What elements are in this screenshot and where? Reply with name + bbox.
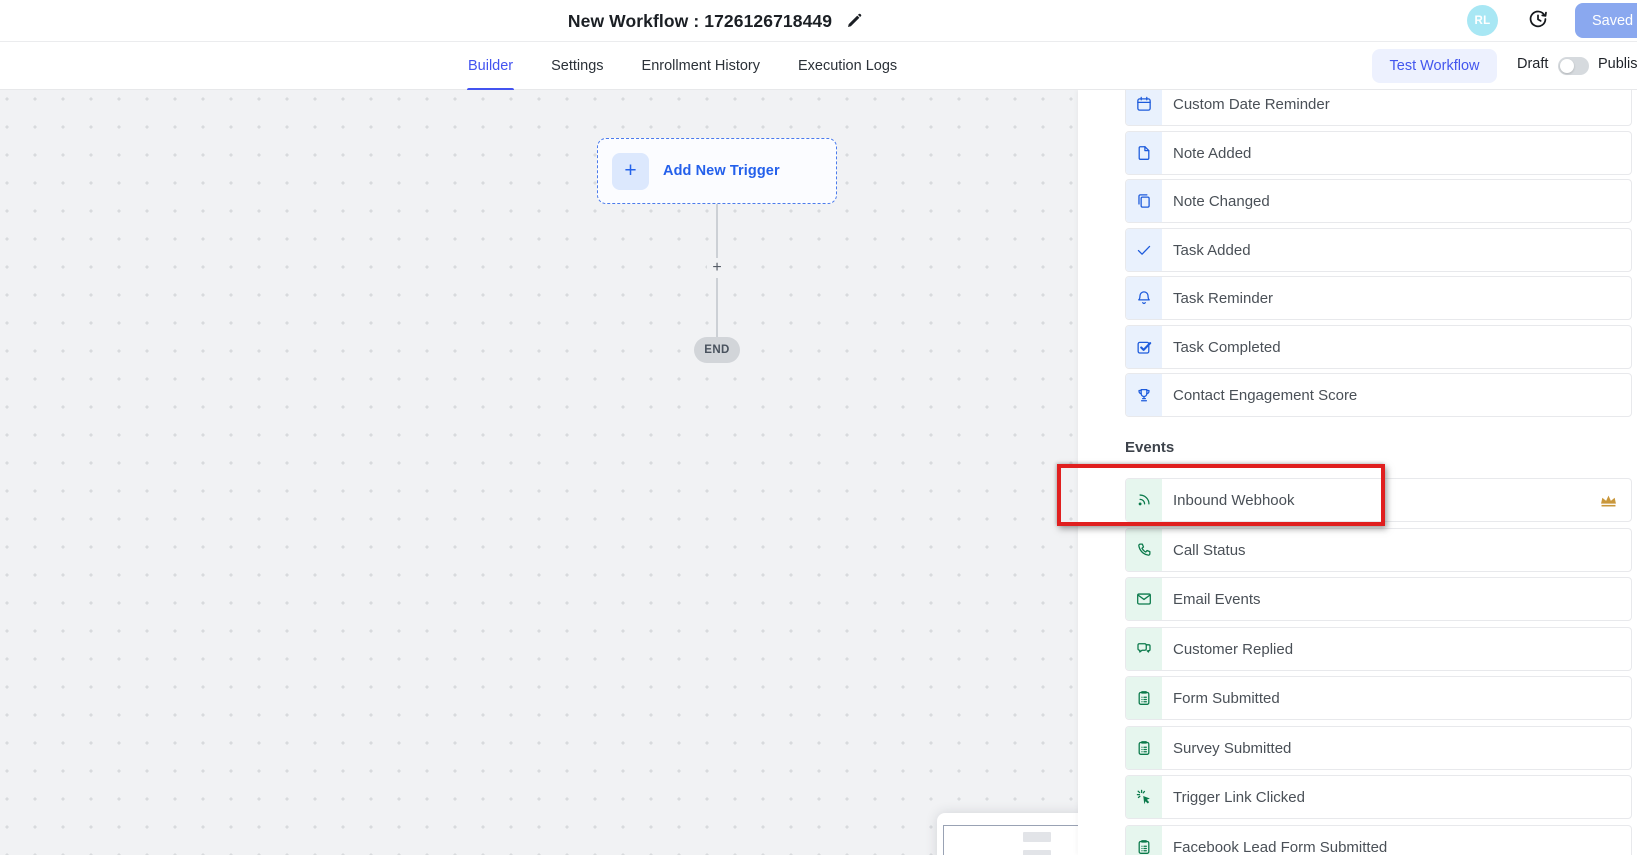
trigger-item-note-added[interactable]: Note Added [1125, 131, 1632, 175]
trigger-item-form-submitted[interactable]: Form Submitted [1125, 676, 1632, 720]
tab-execution-logs[interactable]: Execution Logs [797, 42, 898, 90]
trigger-item-label: Inbound Webhook [1173, 492, 1295, 509]
trigger-item-label: Form Submitted [1173, 690, 1280, 707]
publish-label: Publish [1598, 56, 1637, 72]
trigger-item-call-status[interactable]: Call Status [1125, 528, 1632, 572]
minimap-viewport [943, 825, 1080, 855]
copy-icon [1126, 180, 1162, 222]
trigger-item-label: Facebook Lead Form Submitted [1173, 839, 1387, 855]
trigger-item-label: Survey Submitted [1173, 740, 1291, 757]
phone-icon [1126, 529, 1162, 571]
trigger-item-label: Note Added [1173, 145, 1251, 162]
check-icon [1126, 229, 1162, 271]
page-title: New Workflow : 1726126718449 [568, 11, 832, 32]
check-square-icon [1126, 326, 1162, 368]
history-clock-icon[interactable] [1527, 8, 1549, 30]
trigger-item-label: Task Completed [1173, 339, 1281, 356]
tab-builder[interactable]: Builder [467, 42, 514, 90]
tab-settings[interactable]: Settings [550, 42, 604, 90]
trigger-item-inbound-webhook[interactable]: Inbound Webhook [1125, 478, 1632, 522]
add-step-plus-button[interactable]: + [707, 258, 727, 278]
trigger-item-label: Task Reminder [1173, 290, 1273, 307]
trigger-item-task-added[interactable]: Task Added [1125, 228, 1632, 272]
events-section-header: Events [1125, 439, 1174, 456]
trigger-item-trigger-link-clicked[interactable]: Trigger Link Clicked [1125, 775, 1632, 819]
trigger-item-survey-submitted[interactable]: Survey Submitted [1125, 726, 1632, 770]
toggle-knob [1560, 59, 1574, 73]
chat-icon [1126, 628, 1162, 670]
trigger-item-label: Note Changed [1173, 193, 1270, 210]
test-workflow-button[interactable]: Test Workflow [1372, 49, 1497, 83]
plus-icon: + [612, 153, 649, 190]
trigger-item-contact-engagement-score[interactable]: Contact Engagement Score [1125, 373, 1632, 417]
minimap[interactable] [937, 813, 1080, 855]
bell-icon [1126, 277, 1162, 319]
add-new-trigger-label: Add New Trigger [663, 163, 780, 179]
app-window: New Workflow : 1726126718449 RL Saved Bu… [0, 0, 1637, 855]
crown-premium-icon [1599, 491, 1618, 510]
trigger-item-label: Contact Engagement Score [1173, 387, 1357, 404]
trigger-item-task-reminder[interactable]: Task Reminder [1125, 276, 1632, 320]
clipboard-icon [1126, 826, 1162, 855]
cursor-click-icon [1126, 776, 1162, 818]
trigger-item-customer-replied[interactable]: Customer Replied [1125, 627, 1632, 671]
draft-label: Draft [1517, 56, 1548, 72]
title-wrap: New Workflow : 1726126718449 [568, 0, 832, 42]
minimap-bar [1023, 832, 1051, 842]
publish-toggle[interactable] [1558, 57, 1589, 75]
trigger-item-facebook-lead-form-submitted[interactable]: Facebook Lead Form Submitted [1125, 825, 1632, 855]
trigger-sidebar: Custom Date Reminder Note Added Note Chang… [1078, 90, 1637, 855]
note-icon [1126, 132, 1162, 174]
trigger-item-email-events[interactable]: Email Events [1125, 577, 1632, 621]
trophy-icon [1126, 374, 1162, 416]
saved-button[interactable]: Saved [1575, 3, 1637, 38]
trigger-item-note-changed[interactable]: Note Changed [1125, 179, 1632, 223]
user-avatar[interactable]: RL [1467, 5, 1498, 36]
trigger-item-label: Task Added [1173, 242, 1251, 259]
app-header: New Workflow : 1726126718449 RL Saved [0, 0, 1637, 42]
clipboard-icon [1126, 677, 1162, 719]
add-new-trigger-button[interactable]: + Add New Trigger [597, 138, 837, 204]
tabs-group: Builder Settings Enrollment History Executi… [467, 42, 898, 90]
envelope-icon [1126, 578, 1162, 620]
trigger-item-label: Custom Date Reminder [1173, 96, 1330, 113]
trigger-item-label: Customer Replied [1173, 641, 1293, 658]
workflow-canvas[interactable]: + Add New Trigger + END [0, 90, 1080, 855]
minimap-bar [1023, 850, 1051, 855]
trigger-item-label: Email Events [1173, 591, 1261, 608]
trigger-item-label: Call Status [1173, 542, 1246, 559]
tab-bar: Builder Settings Enrollment History Executi… [0, 42, 1637, 90]
trigger-item-label: Trigger Link Clicked [1173, 789, 1305, 806]
trigger-item-task-completed[interactable]: Task Completed [1125, 325, 1632, 369]
end-node: END [694, 337, 740, 363]
clipboard-icon [1126, 727, 1162, 769]
webhook-icon [1126, 479, 1162, 521]
edit-title-pencil-icon[interactable] [845, 11, 864, 30]
tab-enrollment-history[interactable]: Enrollment History [641, 42, 761, 90]
